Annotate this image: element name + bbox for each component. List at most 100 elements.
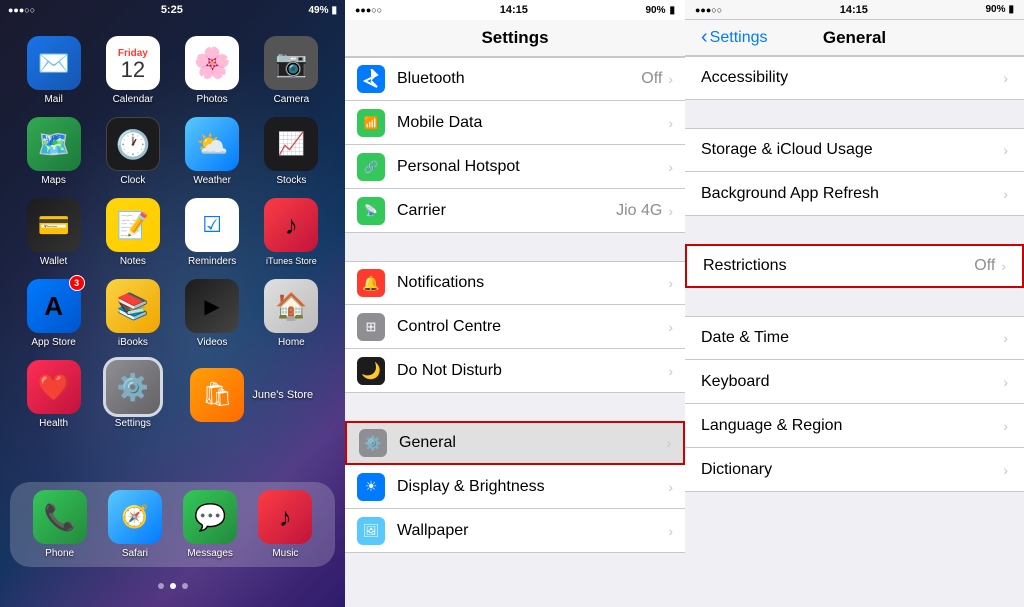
itunes-icon: ♪ bbox=[264, 198, 318, 252]
general-separator-3 bbox=[685, 288, 1024, 316]
notifications-chevron: › bbox=[668, 275, 673, 291]
general-section-2: Storage & iCloud Usage › Background App … bbox=[685, 128, 1024, 216]
general-panel: ●●●○○ 14:15 90% ▮ ‹ Settings General Acc… bbox=[685, 0, 1024, 607]
general-item-background-refresh[interactable]: Background App Refresh › bbox=[685, 172, 1024, 216]
app-itunes[interactable]: ♪ iTunes Store bbox=[256, 198, 327, 267]
dock-safari-label: Safari bbox=[122, 548, 148, 559]
general-nav: ‹ Settings General bbox=[685, 20, 1024, 56]
general-section-1: Accessibility › bbox=[685, 56, 1024, 100]
maps-icon: 🗺️ bbox=[27, 117, 81, 171]
dock-safari[interactable]: 🧭 Safari bbox=[108, 490, 162, 559]
settings-item-general[interactable]: ⚙️ General › bbox=[345, 421, 685, 465]
weather-icon: ⛅ bbox=[185, 117, 239, 171]
general-time: 14:15 bbox=[722, 4, 985, 16]
settings-item-mobile-data[interactable]: 📶 Mobile Data › bbox=[345, 101, 685, 145]
settings-item-personal-hotspot[interactable]: 🔗 Personal Hotspot › bbox=[345, 145, 685, 189]
app-stocks[interactable]: 📈 Stocks bbox=[256, 117, 327, 186]
mobile-data-icon: 📶 bbox=[357, 109, 385, 137]
settings-section-display: ⚙️ General › ☀ Display & Brightness › 🖼 … bbox=[345, 421, 685, 553]
mobile-data-label: Mobile Data bbox=[397, 114, 668, 132]
calendar-day: 12 bbox=[121, 59, 145, 81]
app-maps[interactable]: 🗺️ Maps bbox=[18, 117, 89, 186]
wallpaper-icon: 🖼 bbox=[357, 517, 385, 545]
control-centre-label: Control Centre bbox=[397, 318, 668, 336]
app-camera[interactable]: 📷 Camera bbox=[256, 36, 327, 105]
carrier-icon: 📡 bbox=[357, 197, 385, 225]
home-signal: ●●●○○ bbox=[8, 5, 35, 15]
general-item-restrictions[interactable]: Restrictions Off › bbox=[685, 244, 1024, 288]
general-item-date-time[interactable]: Date & Time › bbox=[685, 316, 1024, 360]
safari-icon: 🧭 bbox=[108, 490, 162, 544]
page-dot-2 bbox=[170, 583, 176, 589]
notifications-label: Notifications bbox=[397, 274, 668, 292]
notes-icon: 📝 bbox=[106, 198, 160, 252]
personal-hotspot-icon: 🔗 bbox=[357, 153, 385, 181]
camera-icon: 📷 bbox=[264, 36, 318, 90]
stocks-icon: 📈 bbox=[264, 117, 318, 171]
app-home-label: Home bbox=[278, 337, 305, 348]
settings-item-carrier[interactable]: 📡 Carrier Jio 4G › bbox=[345, 189, 685, 233]
app-calendar[interactable]: Friday 12 Calendar bbox=[97, 36, 168, 105]
settings-item-display-brightness[interactable]: ☀ Display & Brightness › bbox=[345, 465, 685, 509]
app-health[interactable]: ❤️ Health bbox=[18, 360, 89, 429]
general-signal: ●●●○○ bbox=[695, 5, 722, 15]
app-notes[interactable]: 📝 Notes bbox=[97, 198, 168, 267]
junes-store-icon: 🛍 bbox=[190, 368, 244, 422]
app-camera-label: Camera bbox=[274, 94, 310, 105]
app-home[interactable]: 🏠 Home bbox=[256, 279, 327, 348]
do-not-disturb-chevron: › bbox=[668, 363, 673, 379]
app-settings[interactable]: ⚙️ Settings bbox=[97, 360, 168, 429]
dock-music[interactable]: ♪ Music bbox=[258, 490, 312, 559]
app-ibooks[interactable]: 📚 iBooks bbox=[97, 279, 168, 348]
health-icon: ❤️ bbox=[27, 360, 81, 414]
settings-header: Settings bbox=[345, 20, 685, 57]
app-stocks-label: Stocks bbox=[276, 175, 306, 186]
general-chevron: › bbox=[666, 435, 671, 451]
language-region-chevron: › bbox=[1003, 418, 1008, 434]
app-videos[interactable]: ▶ Videos bbox=[177, 279, 248, 348]
app-clock[interactable]: 🕐 Clock bbox=[97, 117, 168, 186]
general-title: General bbox=[823, 28, 886, 48]
settings-item-wallpaper[interactable]: 🖼 Wallpaper › bbox=[345, 509, 685, 553]
dock-phone[interactable]: 📞 Phone bbox=[33, 490, 87, 559]
general-item-keyboard[interactable]: Keyboard › bbox=[685, 360, 1024, 404]
app-mail[interactable]: ✉️ Mail bbox=[18, 36, 89, 105]
keyboard-label: Keyboard bbox=[701, 373, 1003, 391]
settings-item-bluetooth[interactable]: Bluetooth Off › bbox=[345, 57, 685, 101]
settings-item-control-centre[interactable]: ⊞ Control Centre › bbox=[345, 305, 685, 349]
app-wallet[interactable]: 💳 Wallet bbox=[18, 198, 89, 267]
date-time-chevron: › bbox=[1003, 330, 1008, 346]
settings-item-do-not-disturb[interactable]: 🌙 Do Not Disturb › bbox=[345, 349, 685, 393]
app-reminders[interactable]: ☑ Reminders bbox=[177, 198, 248, 267]
app-ibooks-label: iBooks bbox=[118, 337, 148, 348]
home-time: 5:25 bbox=[35, 4, 308, 16]
settings-icon: ⚙️ bbox=[106, 360, 160, 414]
settings-section-system: 🔔 Notifications › ⊞ Control Centre › 🌙 D… bbox=[345, 261, 685, 393]
app-appstore[interactable]: A 3 App Store bbox=[18, 279, 89, 348]
app-photos[interactable]: 🌸 Photos bbox=[177, 36, 248, 105]
appstore-icon: A 3 bbox=[27, 279, 81, 333]
settings-item-notifications[interactable]: 🔔 Notifications › bbox=[345, 261, 685, 305]
settings-separator-2 bbox=[345, 393, 685, 421]
reminders-icon: ☑ bbox=[185, 198, 239, 252]
back-button[interactable]: ‹ Settings bbox=[701, 26, 767, 49]
background-refresh-chevron: › bbox=[1003, 186, 1008, 202]
dock-messages[interactable]: 💬 Messages bbox=[183, 490, 237, 559]
bluetooth-chevron: › bbox=[668, 71, 673, 87]
general-item-dictionary[interactable]: Dictionary › bbox=[685, 448, 1024, 492]
app-weather[interactable]: ⛅ Weather bbox=[177, 117, 248, 186]
control-centre-icon: ⊞ bbox=[357, 313, 385, 341]
app-appstore-label: App Store bbox=[31, 337, 75, 348]
app-junes-store[interactable]: 🛍 June's Store bbox=[177, 360, 328, 429]
storage-icloud-label: Storage & iCloud Usage bbox=[701, 141, 1003, 159]
dictionary-label: Dictionary bbox=[701, 461, 1003, 479]
restrictions-label: Restrictions bbox=[703, 257, 974, 275]
general-item-storage-icloud[interactable]: Storage & iCloud Usage › bbox=[685, 128, 1024, 172]
settings-signal: ●●●○○ bbox=[355, 5, 382, 15]
general-item-language-region[interactable]: Language & Region › bbox=[685, 404, 1024, 448]
app-settings-label: Settings bbox=[115, 418, 151, 429]
settings-panel: ●●●○○ 14:15 90% ▮ Settings Bluetooth Off… bbox=[345, 0, 685, 607]
apps-grid: ✉️ Mail Friday 12 Calendar 🌸 Photos 📷 Ca… bbox=[0, 28, 345, 437]
app-videos-label: Videos bbox=[197, 337, 227, 348]
general-item-accessibility[interactable]: Accessibility › bbox=[685, 56, 1024, 100]
